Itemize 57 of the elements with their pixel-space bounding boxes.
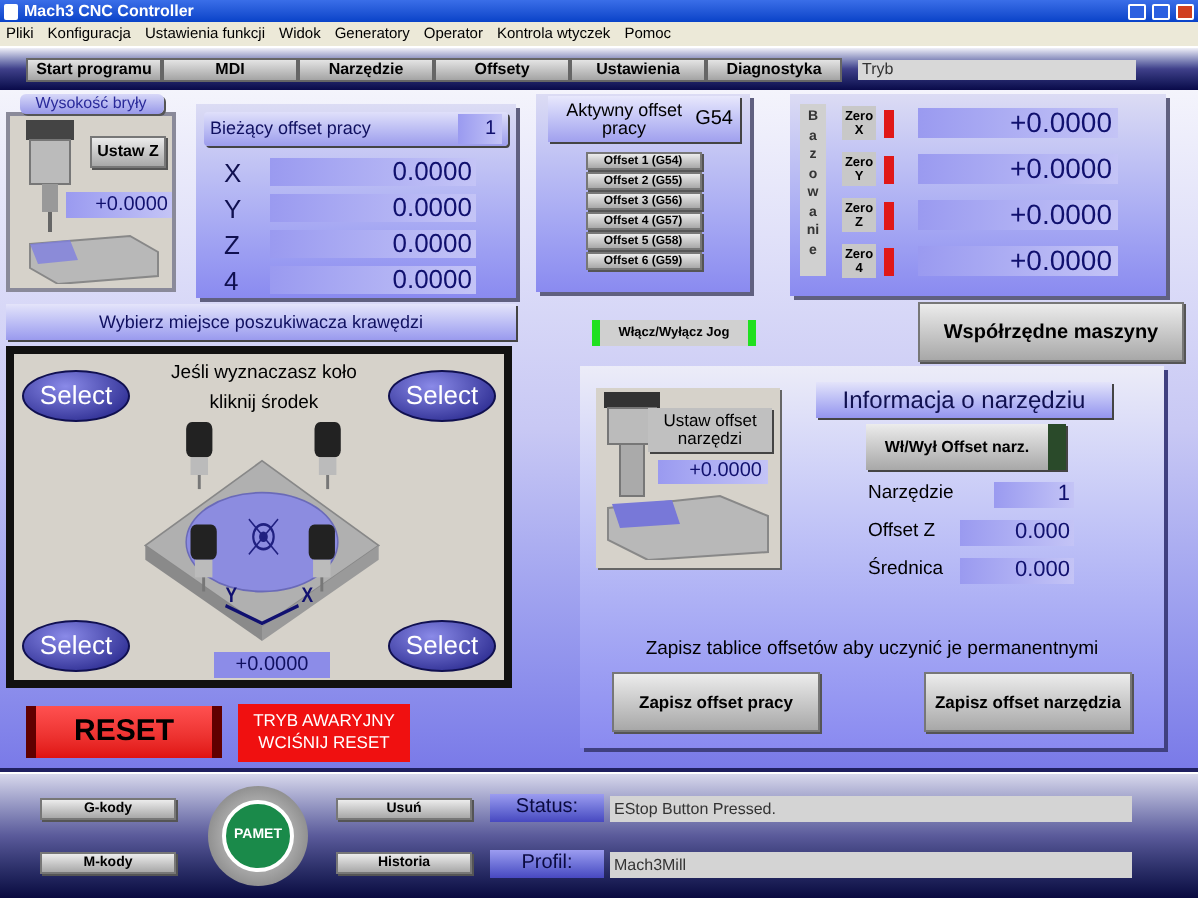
axis-offset-value: 0.0000 <box>270 266 476 294</box>
set-tool-offset-button[interactable]: Ustaw offset narzędzi <box>648 408 772 452</box>
tool-field-label: Offset Z <box>868 518 938 547</box>
select-button[interactable]: Select <box>388 620 496 672</box>
tool-field-value: 1 <box>994 482 1074 508</box>
select-button[interactable]: Select <box>22 370 130 422</box>
machine-coordinate-value: +0.0000 <box>918 200 1118 230</box>
axis-label: 4 <box>222 267 241 293</box>
profile-label: Profil: <box>490 850 604 878</box>
tab[interactable]: Diagnostyka <box>706 58 842 82</box>
tab[interactable]: Narzędzie <box>298 58 434 82</box>
select-button[interactable]: Select <box>388 370 496 422</box>
active-offset-title: Aktywny offset pracy <box>564 101 684 137</box>
machine-coordinate-value: +0.0000 <box>918 108 1118 138</box>
axis-label: X <box>301 584 314 609</box>
edge-finder-title: Wybierz miejsce poszukiwacza krawędzi <box>6 304 516 340</box>
hint-text: kliknij środek <box>209 392 319 416</box>
axis-offset-value: 0.0000 <box>270 158 476 186</box>
reset-button[interactable]: RESET <box>26 706 222 759</box>
status-label: Status: <box>490 794 604 822</box>
work-offset-number: 1 <box>458 114 502 144</box>
mode-field: Tryb <box>858 60 1136 80</box>
tab[interactable]: Offsety <box>434 58 570 82</box>
tool-info-title: Informacja o narzędziu <box>816 382 1112 418</box>
work-offset-title: Bieżący offset pracy <box>210 115 373 142</box>
axis-offset-value: 0.0000 <box>270 230 476 258</box>
edge-finder-value: +0.0000 <box>214 652 330 678</box>
axis-label: Z <box>222 231 242 257</box>
machine-coordinates-button[interactable]: Współrzędne maszyny <box>918 302 1184 362</box>
tab[interactable]: Start programu <box>26 58 162 82</box>
axis-label: Y <box>225 584 238 609</box>
panel-title: Wysokość bryły <box>19 94 163 114</box>
hint-text: Jeśli wyznaczasz koło <box>171 362 357 386</box>
axis-label: Y <box>222 195 244 221</box>
part-height-value: +0.0000 <box>66 192 172 218</box>
profile-field: Mach3Mill <box>610 851 1132 877</box>
tool-field-label: Średnica <box>868 556 945 585</box>
machine-coordinate-value: +0.0000 <box>918 154 1118 184</box>
emergency-alarm: TRYB AWARYJNY WCIŚNIJ RESET <box>238 703 410 762</box>
machine-coordinate-value: +0.0000 <box>918 246 1118 276</box>
tool-field-label: Narzędzie <box>868 480 956 509</box>
tool-field-value: 0.000 <box>960 520 1074 546</box>
save-offsets-note: Zapisz tablice offsetów aby uczynić je permanentnymi <box>643 635 1101 664</box>
tool-field-value: 0.000 <box>960 558 1074 584</box>
save-offset-button[interactable]: Zapisz offset pracy <box>612 672 820 732</box>
status-field: EStop Button Pressed. <box>610 795 1132 821</box>
select-button[interactable]: Select <box>22 620 130 672</box>
window-title: Mach3 CNC Controller <box>24 3 194 19</box>
tool-offset-toggle-button[interactable]: Wł/Wył Offset narz. <box>866 424 1066 470</box>
set-z-button[interactable]: Ustaw Z <box>90 136 166 168</box>
axis-label: X <box>222 159 244 185</box>
save-offset-button[interactable]: Zapisz offset narzędzia <box>924 672 1132 732</box>
tool-offset-value: +0.0000 <box>658 460 768 484</box>
tab[interactable]: MDI <box>162 58 298 82</box>
axis-offset-value: 0.0000 <box>270 194 476 222</box>
active-offset-code: G54 <box>695 106 733 134</box>
tab[interactable]: Ustawienia <box>570 58 706 82</box>
